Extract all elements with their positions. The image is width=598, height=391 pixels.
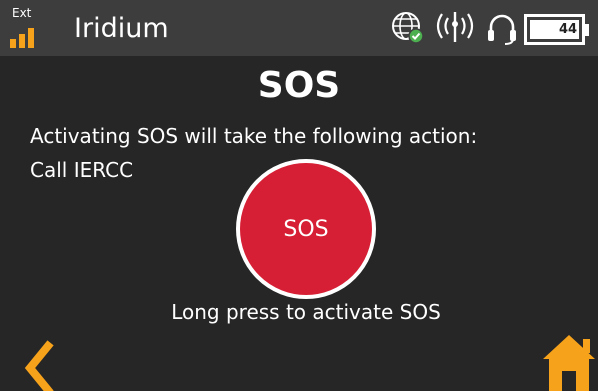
signal-source-label: Ext — [12, 6, 32, 20]
page-title: SOS — [257, 65, 341, 106]
status-bar: Ext Iridium 44 — [0, 0, 598, 56]
signal-indicator: Ext — [10, 6, 50, 50]
antenna-icon — [436, 12, 474, 42]
sos-description: Activating SOS will take the following a… — [30, 124, 478, 148]
headset-icon — [488, 14, 516, 45]
home-button[interactable] — [540, 333, 598, 391]
sos-screen: Ext Iridium 44 SOS Activating SOS will t… — [0, 0, 598, 391]
sos-action: Call IERCC — [30, 158, 134, 182]
home-icon — [543, 335, 595, 391]
chevron-left-icon — [24, 340, 54, 391]
long-press-hint: Long press to activate SOS — [171, 300, 441, 324]
back-button[interactable] — [18, 338, 62, 391]
network-name: Iridium — [74, 13, 169, 44]
globe-gps-icon — [392, 12, 424, 44]
battery-indicator: 44 — [524, 14, 590, 46]
sos-button-label: SOS — [283, 216, 329, 242]
sos-button[interactable]: SOS — [236, 159, 376, 299]
signal-bars-icon — [10, 28, 34, 48]
battery-level: 44 — [558, 22, 578, 37]
